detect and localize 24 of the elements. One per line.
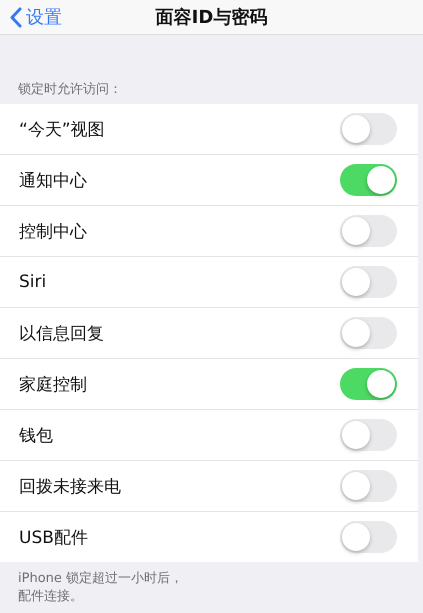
setting-label: 通知中心 bbox=[19, 170, 87, 192]
setting-label: 控制中心 bbox=[19, 220, 87, 242]
toggle-switch[interactable] bbox=[340, 113, 397, 145]
toggle-switch[interactable] bbox=[340, 521, 397, 553]
setting-label: “今天”视图 bbox=[19, 118, 105, 140]
toggle-switch[interactable] bbox=[340, 419, 397, 451]
footer-note: iPhone 锁定超过一小时后， bbox=[18, 570, 184, 587]
setting-label: USB配件 bbox=[19, 526, 88, 548]
footer-note: 配件连接。 bbox=[18, 588, 84, 605]
toggle-switch[interactable] bbox=[340, 164, 397, 196]
toggle-switch[interactable] bbox=[340, 470, 397, 502]
section-header: 锁定时允许访问： bbox=[18, 82, 122, 97]
toggle-switch[interactable] bbox=[340, 215, 397, 247]
page-title: 面容ID与密码 bbox=[156, 7, 268, 28]
setting-label: 以信息回复 bbox=[19, 322, 104, 344]
setting-label: 钱包 bbox=[19, 424, 53, 446]
setting-label: 回拨未接来电 bbox=[19, 476, 121, 498]
setting-label: Siri bbox=[19, 272, 46, 292]
back-button[interactable]: 设置 bbox=[0, 5, 62, 29]
back-icon bbox=[10, 6, 22, 28]
setting-label: 家庭控制 bbox=[19, 374, 87, 396]
toggle-switch[interactable] bbox=[340, 266, 397, 298]
toggle-switch[interactable] bbox=[340, 368, 397, 400]
toggle-switch[interactable] bbox=[340, 317, 397, 349]
